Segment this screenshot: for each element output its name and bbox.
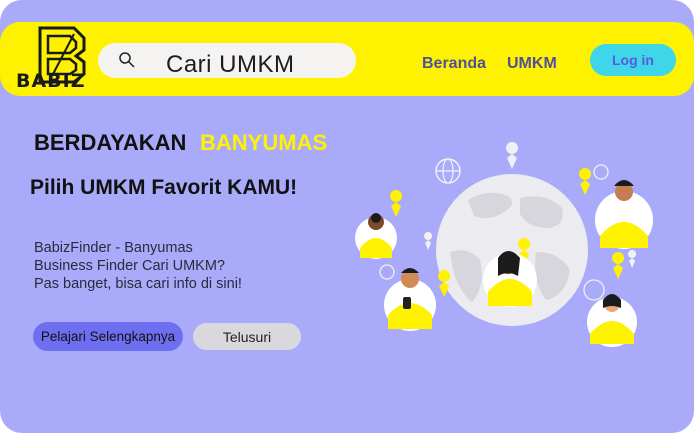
description-line: Pas banget, bisa cari info di sini! [34, 276, 242, 292]
description-line: Business Finder Cari UMKM? [34, 258, 225, 274]
explore-button[interactable]: Telusuri [193, 323, 301, 350]
description-line: BabizFinder - Banyumas [34, 240, 193, 256]
search-input[interactable]: Cari UMKM [166, 51, 295, 79]
hero-description: BabizFinder - Banyumas Business Finder C… [34, 239, 242, 293]
globe-icon [435, 158, 461, 184]
nav-link-beranda[interactable]: Beranda [422, 55, 486, 73]
hero-illustration [355, 142, 653, 347]
landing-page: BABIZ Cari UMKM Beranda UMKM Log in BERD… [0, 0, 694, 433]
person-illustration [595, 180, 653, 249]
nav-link-umkm[interactable]: UMKM [507, 55, 557, 73]
search-icon[interactable] [118, 51, 136, 69]
brand-name: BABIZ [16, 70, 86, 92]
learn-more-button[interactable]: Pelajari Selengkapnya [33, 322, 183, 351]
hero-title-part2: BANYUMAS [200, 130, 328, 155]
hero-subtitle: Pilih UMKM Favorit KAMU! [30, 176, 298, 199]
person-illustration [587, 294, 637, 347]
search-bar[interactable]: Cari UMKM [98, 43, 356, 78]
person-illustration [355, 213, 397, 259]
hero-title-part1: BERDAYAKAN [34, 130, 187, 155]
login-button[interactable]: Log in [590, 44, 676, 76]
